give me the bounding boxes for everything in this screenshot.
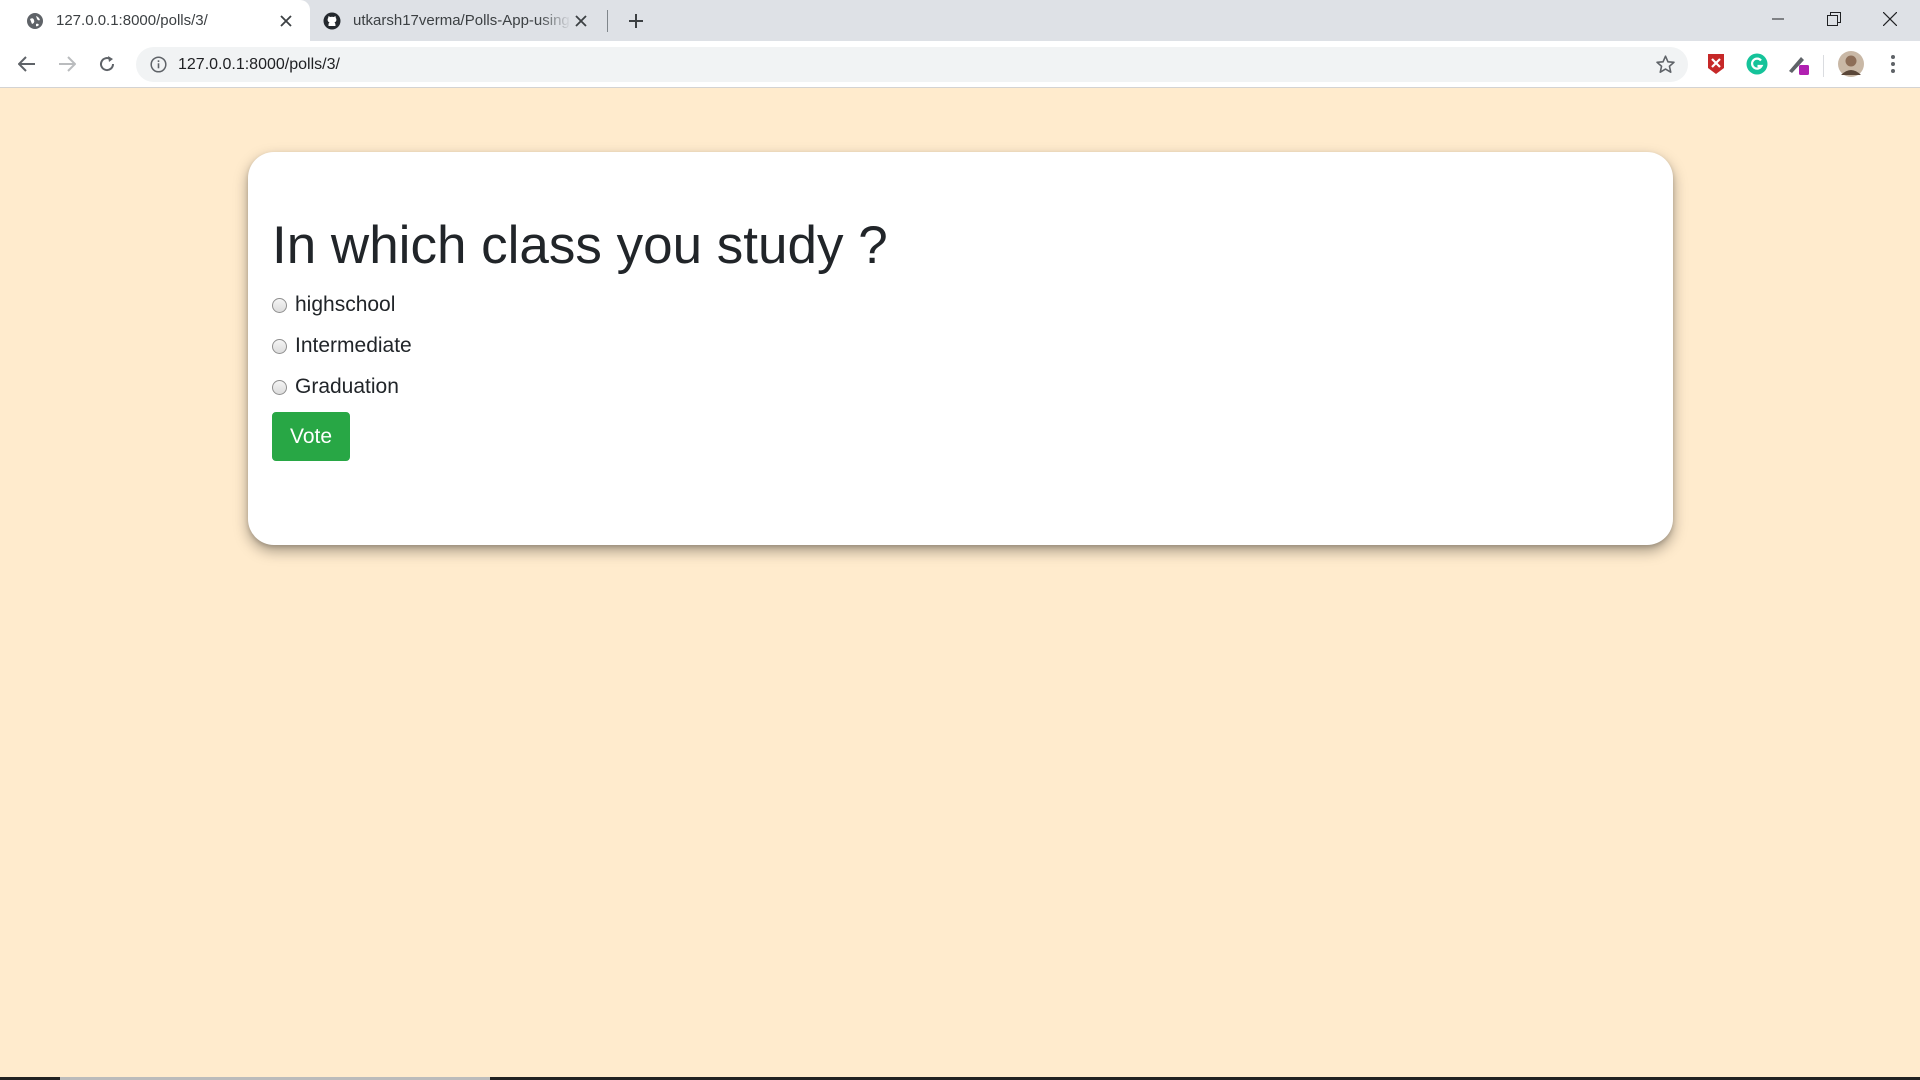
tab-title: utkarsh17verma/Polls-App-using-Django	[353, 12, 571, 29]
pdf-extension-button[interactable]	[1703, 51, 1729, 77]
close-window-button[interactable]	[1862, 0, 1918, 38]
plus-icon	[629, 14, 643, 28]
minimize-button[interactable]	[1750, 0, 1806, 38]
forward-button[interactable]	[52, 49, 82, 79]
avatar-icon	[1838, 51, 1864, 77]
tab-github[interactable]: utkarsh17verma/Polls-App-using-Django	[315, 0, 605, 41]
choice-graduation[interactable]: Graduation	[272, 374, 399, 400]
vote-button[interactable]: Vote	[272, 412, 350, 461]
choice-highschool[interactable]: highschool	[272, 292, 395, 318]
poll-card: In which class you study ? highschool In…	[248, 152, 1673, 545]
tab-polls[interactable]: 127.0.0.1:8000/polls/3/	[0, 0, 310, 41]
info-icon[interactable]	[150, 56, 167, 73]
toolbar-separator	[1823, 55, 1824, 77]
new-tab-button[interactable]	[624, 9, 648, 33]
grammarly-button[interactable]	[1744, 51, 1770, 77]
grammarly-icon	[1746, 53, 1768, 75]
choice-intermediate[interactable]: Intermediate	[272, 333, 412, 359]
kebab-menu-icon	[1891, 55, 1895, 73]
arrow-left-icon	[18, 56, 35, 72]
color-picker-extension-icon	[1789, 57, 1809, 75]
radio-button[interactable]	[272, 297, 287, 313]
tab-separator	[607, 10, 608, 32]
color-picker-extension-button[interactable]	[1785, 51, 1811, 77]
address-bar[interactable]: 127.0.0.1:8000/polls/3/	[136, 47, 1688, 82]
radio-button[interactable]	[272, 379, 287, 395]
github-icon	[323, 12, 341, 29]
tab-strip: 127.0.0.1:8000/polls/3/ utkarsh17verma/P…	[0, 0, 1920, 41]
restore-button[interactable]	[1806, 0, 1862, 38]
choice-label[interactable]: Intermediate	[295, 333, 412, 359]
tab-title: 127.0.0.1:8000/polls/3/	[56, 12, 208, 29]
close-icon[interactable]	[276, 11, 296, 31]
choice-label[interactable]: Graduation	[295, 374, 399, 400]
url-text[interactable]: 127.0.0.1:8000/polls/3/	[178, 55, 340, 74]
close-icon	[1883, 12, 1897, 26]
choice-label[interactable]: highschool	[295, 292, 395, 318]
radio-button[interactable]	[272, 338, 287, 354]
close-icon[interactable]	[571, 11, 591, 31]
restore-icon	[1827, 12, 1841, 26]
reload-button[interactable]	[92, 49, 122, 79]
reload-icon	[100, 56, 115, 72]
star-icon[interactable]	[1655, 54, 1676, 75]
pdf-extension-icon	[1708, 54, 1724, 74]
browser-toolbar: 127.0.0.1:8000/polls/3/	[0, 41, 1920, 88]
globe-icon	[27, 12, 43, 29]
minimize-icon	[1772, 18, 1784, 20]
profile-avatar[interactable]	[1838, 51, 1864, 77]
arrow-right-icon	[59, 56, 76, 72]
back-button[interactable]	[12, 49, 42, 79]
menu-button[interactable]	[1880, 51, 1906, 77]
poll-question: In which class you study ?	[272, 216, 888, 275]
